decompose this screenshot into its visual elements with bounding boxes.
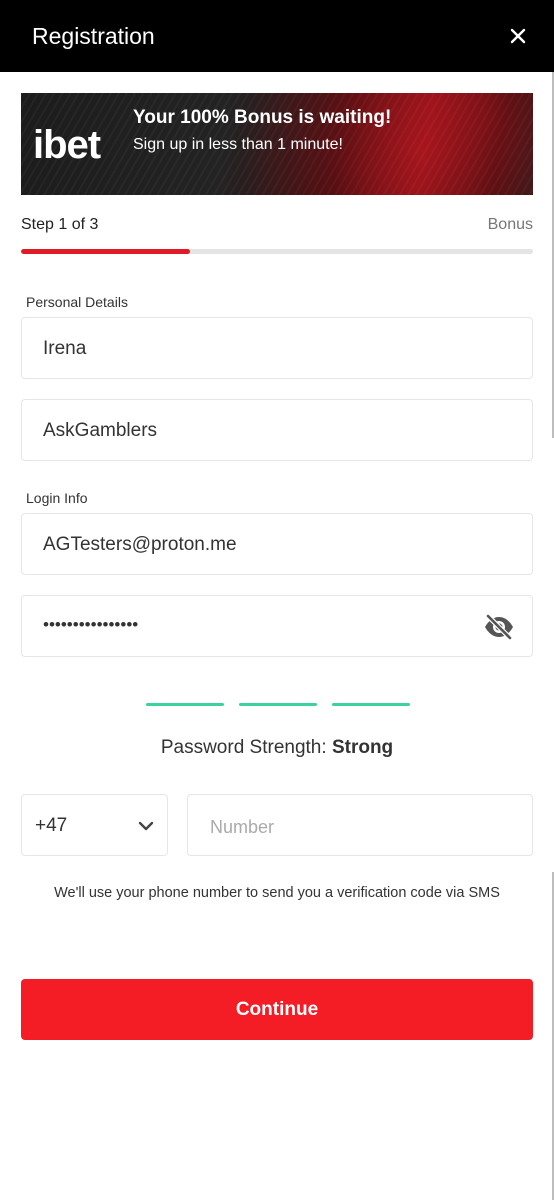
phone-number-input[interactable]: Number bbox=[187, 794, 533, 856]
password-strength-bar bbox=[332, 703, 410, 706]
email-value: AGTesters@proton.me bbox=[43, 534, 237, 555]
close-icon[interactable] bbox=[500, 18, 536, 54]
header: Registration bbox=[0, 0, 554, 72]
password-strength-bar bbox=[239, 703, 317, 706]
last-name-value: AskGamblers bbox=[43, 420, 158, 441]
eye-slash-icon[interactable] bbox=[482, 613, 516, 641]
first-name-value: Irena bbox=[43, 338, 87, 359]
password-value: •••••••••••••••• bbox=[43, 615, 139, 634]
phone-number-placeholder: Number bbox=[210, 817, 275, 837]
bonus-banner: ibet Your 100% Bonus is waiting! Sign up… bbox=[21, 93, 533, 195]
continue-button[interactable]: Continue bbox=[21, 979, 533, 1040]
country-code-select[interactable]: +47 bbox=[21, 794, 168, 856]
first-name-field[interactable]: Irena bbox=[21, 317, 533, 379]
last-name-field[interactable]: AskGamblers bbox=[21, 399, 533, 461]
banner-headline: Your 100% Bonus is waiting! bbox=[133, 107, 392, 128]
step-progress-fill bbox=[21, 249, 190, 254]
password-field[interactable]: •••••••••••••••• bbox=[21, 595, 533, 657]
password-strength-bar bbox=[146, 703, 224, 706]
page-title: Registration bbox=[32, 23, 155, 49]
password-strength-label: Password Strength: bbox=[160, 737, 327, 758]
step-indicator: Step 1 of 3 bbox=[21, 216, 99, 233]
password-strength-value: Strong bbox=[331, 737, 394, 758]
login-info-label: Login Info bbox=[26, 490, 88, 506]
personal-details-label: Personal Details bbox=[26, 294, 128, 310]
continue-button-label: Continue bbox=[235, 999, 319, 1020]
close-button[interactable] bbox=[500, 18, 536, 54]
banner-subline: Sign up in less than 1 minute! bbox=[133, 136, 343, 153]
ibet-logo: ibet bbox=[33, 123, 101, 167]
chevron-down-icon bbox=[138, 821, 154, 831]
sms-verification-note: We'll use your phone number to send you … bbox=[54, 885, 500, 901]
toggle-password-visibility-button[interactable] bbox=[482, 613, 516, 641]
email-field[interactable]: AGTesters@proton.me bbox=[21, 513, 533, 575]
step-progress-bar bbox=[21, 249, 533, 254]
password-strength-meter bbox=[146, 703, 410, 707]
password-strength-text: Password Strength: Strong bbox=[0, 737, 554, 759]
country-code-value: +47 bbox=[35, 815, 68, 836]
next-step-label: Bonus bbox=[487, 216, 533, 233]
